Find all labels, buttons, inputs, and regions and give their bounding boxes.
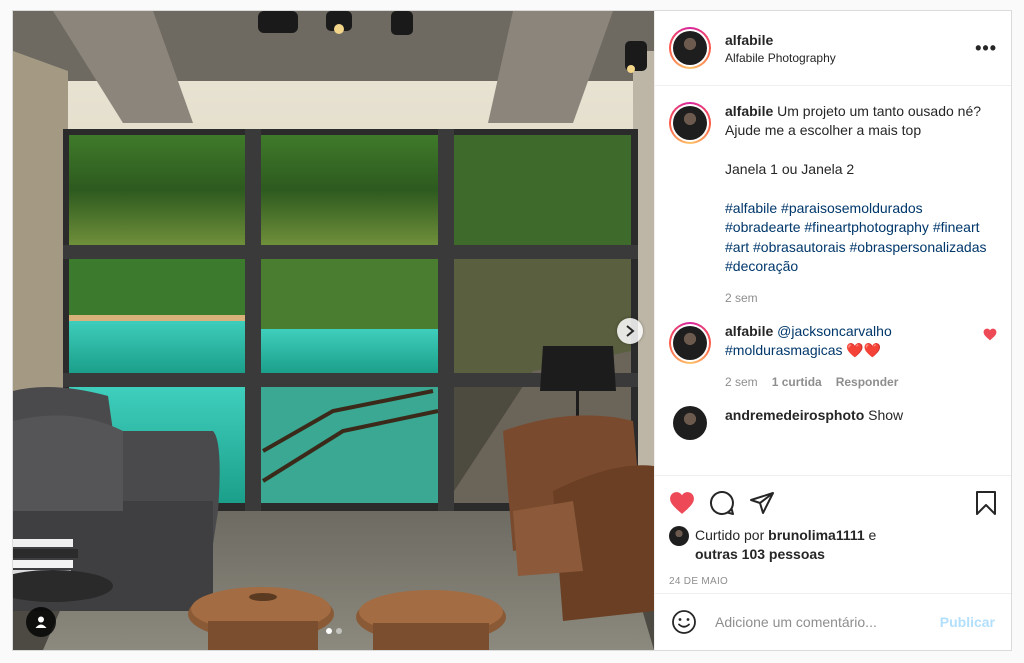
carousel-dot-2 <box>335 628 342 634</box>
post-header: alfabile Alfabile Photography ••• <box>655 11 1011 86</box>
liked-by-user[interactable]: brunolima1111 <box>768 527 865 543</box>
post-card: alfabile Alfabile Photography ••• alfabi… <box>12 10 1012 651</box>
carousel-dot-1 <box>325 628 332 634</box>
caption-line-2: Ajude me a escolher a mais top <box>725 122 922 139</box>
comment-item: alfabile @jacksoncarvalho #moldurasmagic… <box>669 322 997 392</box>
add-comment-bar: Publicar <box>655 593 1011 650</box>
more-options-icon[interactable]: ••• <box>975 38 997 59</box>
comment-username[interactable]: andremedeirosphoto <box>725 407 864 423</box>
emoji-icon[interactable] <box>671 609 697 635</box>
caption: alfabile Um projeto um tanto ousado né? … <box>669 102 997 308</box>
heart-filled-icon <box>670 492 694 514</box>
caption-hashtags[interactable]: #alfabile #paraisosemoldurados #obradear… <box>725 200 987 274</box>
post-actions: Curtido por brunolima1111 e outras 103 p… <box>655 475 1011 650</box>
author-username[interactable]: alfabile <box>725 32 836 48</box>
send-paper-plane-icon <box>750 492 774 514</box>
author-subtitle[interactable]: Alfabile Photography <box>725 51 836 65</box>
publish-button[interactable]: Publicar <box>940 614 995 630</box>
comment-button[interactable] <box>709 490 735 516</box>
caption-line-1: Um projeto um tanto ousado né? <box>777 103 982 119</box>
liked-by-others[interactable]: outras 103 pessoas <box>695 546 825 562</box>
caption-time[interactable]: 2 sem <box>725 289 758 308</box>
comment-text: #moldurasmagicas ❤️❤️ <box>725 342 882 359</box>
share-button[interactable] <box>749 491 775 515</box>
save-button[interactable] <box>975 490 997 516</box>
reply-button[interactable]: Responder <box>836 373 899 392</box>
comment-text: Show <box>868 407 904 424</box>
post-side-panel: alfabile Alfabile Photography ••• alfabi… <box>654 11 1011 650</box>
story-ring[interactable] <box>669 27 711 69</box>
comments-list[interactable]: alfabile Um projeto um tanto ousado né? … <box>655 86 1011 475</box>
comment-likes[interactable]: 1 curtida <box>772 373 822 392</box>
liked-by: Curtido por brunolima1111 e outras 103 p… <box>669 526 997 564</box>
post-date[interactable]: 24 DE MAIO <box>669 576 997 587</box>
avatar[interactable] <box>673 326 707 361</box>
comment-item: andremedeirosphoto Show <box>669 406 997 441</box>
user-icon <box>35 616 47 628</box>
avatar[interactable] <box>673 31 707 65</box>
comment-input[interactable] <box>713 613 940 631</box>
comment-time[interactable]: 2 sem <box>725 373 758 392</box>
carousel-indicator <box>325 628 342 634</box>
living-room-photo <box>13 11 654 650</box>
comment-mention[interactable]: @jacksoncarvalho <box>777 323 892 339</box>
comment-bubble-icon <box>710 490 734 515</box>
avatar[interactable] <box>673 406 707 441</box>
liked-by-prefix: Curtido por <box>695 527 765 543</box>
like-button[interactable] <box>669 491 695 515</box>
chevron-right-icon <box>626 325 635 337</box>
caption-avatar-ring[interactable] <box>669 102 711 144</box>
bookmark-icon <box>976 491 996 515</box>
liked-by-and: e <box>868 527 877 543</box>
comment-avatar-ring[interactable] <box>669 322 711 365</box>
comment-username[interactable]: alfabile <box>725 323 773 339</box>
comment-like-heart-icon[interactable] <box>983 328 997 341</box>
caption-line-3: Janela 1 ou Janela 2 <box>725 161 855 178</box>
tagged-users-button[interactable] <box>26 607 56 637</box>
next-image-button[interactable] <box>617 318 643 344</box>
avatar[interactable] <box>669 526 689 546</box>
avatar[interactable] <box>673 106 707 140</box>
post-image[interactable] <box>13 11 654 650</box>
caption-username[interactable]: alfabile <box>725 103 773 119</box>
